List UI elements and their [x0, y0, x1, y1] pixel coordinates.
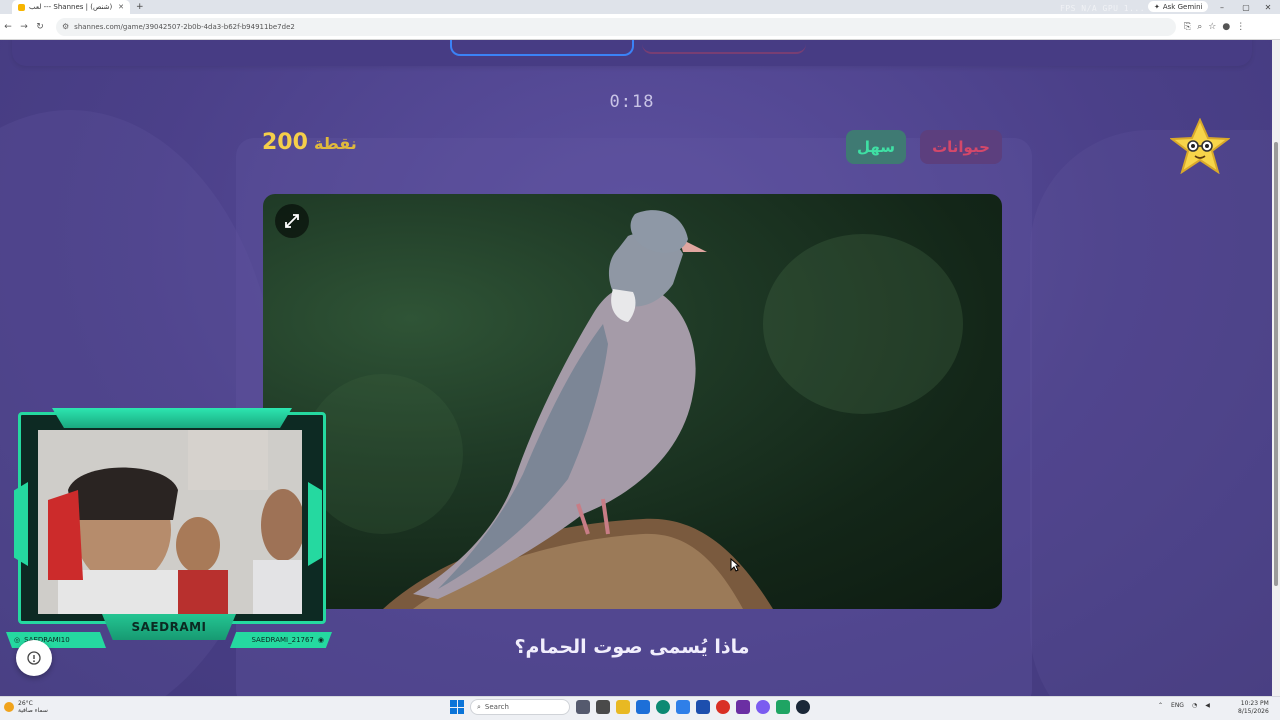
countdown-timer: 0:18: [609, 92, 655, 112]
wifi-icon[interactable]: ◔: [1192, 702, 1197, 709]
points-value: 200: [262, 130, 308, 155]
edge-icon[interactable]: [656, 700, 670, 714]
instagram-icon: ◎: [14, 636, 21, 644]
difficulty-badge: سهل: [846, 130, 906, 164]
info-icon: [27, 651, 41, 665]
file-explorer-icon[interactable]: [616, 700, 630, 714]
weather-desc: سماء صافية: [18, 707, 48, 714]
webcam-people-image: [38, 430, 302, 614]
translate-icon[interactable]: ⎘: [1184, 22, 1191, 32]
zoom-icon[interactable]: ⌕: [1197, 22, 1202, 32]
windows-taskbar: 26°C سماء صافية ⌕ Search ⌃ ENG ◔ ◀ 10:23…: [0, 696, 1280, 720]
browser-toolbar: ← → ↻ ⚙ shannes.com/game/39042507-2b0b-4…: [0, 14, 1280, 40]
background-decoration: [1030, 130, 1272, 696]
points-unit: نقطة: [313, 134, 357, 153]
taskbar-search[interactable]: ⌕ Search: [470, 699, 570, 715]
ask-gemini-button[interactable]: ✦ Ask Gemini: [1148, 1, 1209, 12]
app-icon[interactable]: [596, 700, 610, 714]
bookmark-star-icon[interactable]: ☆: [1208, 22, 1216, 32]
question-image: [263, 194, 1002, 609]
steam-icon[interactable]: [796, 700, 810, 714]
forward-arrow-icon[interactable]: →: [16, 22, 32, 32]
page-scrollbar[interactable]: [1272, 40, 1280, 696]
menu-kebab-icon[interactable]: ⋮: [1236, 22, 1245, 32]
performance-overlay-text: FPS N/A GPU 1...: [1060, 4, 1146, 13]
webcam-video-feed: [38, 430, 302, 614]
expand-fullscreen-button[interactable]: [275, 204, 309, 238]
webcam-top-bar: [52, 408, 292, 428]
volume-icon[interactable]: ◀: [1205, 702, 1210, 709]
search-placeholder: Search: [484, 703, 509, 711]
nerd-star-mascot-icon: [1170, 118, 1230, 174]
url-text: shannes.com/game/39042507-2b0b-4da3-b62f…: [74, 22, 295, 31]
taskbar-clock[interactable]: 10:23 PM 8/15/2026: [1238, 700, 1269, 716]
chrome-icon[interactable]: [716, 700, 730, 714]
team-one-panel[interactable]: [450, 40, 634, 56]
language-indicator[interactable]: ENG: [1171, 702, 1184, 709]
start-windows-icon[interactable]: [450, 700, 464, 714]
browser-tab[interactable]: لعب --- Shannes | (شنص) بنص ✕: [12, 0, 130, 14]
app-icon[interactable]: [636, 700, 650, 714]
profile-icon[interactable]: ●: [1222, 22, 1230, 32]
app-icon[interactable]: [776, 700, 790, 714]
address-bar[interactable]: ⚙ shannes.com/game/39042507-2b0b-4da3-b6…: [56, 17, 1176, 36]
app-icon[interactable]: [696, 700, 710, 714]
minimize-window-button[interactable]: –: [1210, 0, 1234, 14]
team-two-panel[interactable]: [642, 40, 806, 54]
discord-icon[interactable]: [756, 700, 770, 714]
mail-icon[interactable]: [676, 700, 690, 714]
expand-arrows-icon: [285, 214, 299, 228]
webcam-overlay: SAEDRAMI ◎ SAEDRAMI10 SAEDRAMI_21767 ◉: [6, 408, 332, 652]
weather-temp: 26°C: [18, 700, 33, 707]
mouse-cursor-icon: [730, 558, 740, 572]
close-window-button[interactable]: ✕: [1256, 0, 1280, 14]
social-handle-right: SAEDRAMI_21767 ◉: [230, 632, 332, 648]
back-arrow-icon[interactable]: ←: [0, 22, 16, 32]
category-badge: حيوانات: [920, 130, 1002, 164]
pigeon-photo: [383, 210, 773, 609]
sun-icon: [4, 702, 14, 712]
clock-date: 8/15/2026: [1238, 708, 1269, 715]
search-icon: ⌕: [477, 702, 481, 711]
question-text: ماذا يُسمى صوت الحمام؟: [514, 636, 750, 658]
close-tab-icon[interactable]: ✕: [118, 3, 124, 11]
streamer-name: SAEDRAMI: [102, 614, 236, 640]
reload-icon[interactable]: ↻: [32, 22, 48, 32]
system-tray: ⌃ ENG ◔ ◀: [1158, 702, 1210, 709]
gemini-sparkle-icon: ✦: [1154, 2, 1160, 11]
clock-time: 10:23 PM: [1240, 700, 1269, 707]
site-info-icon[interactable]: ⚙: [62, 22, 69, 31]
site-favicon-icon: [18, 3, 25, 11]
scrollbar-thumb[interactable]: [1274, 142, 1278, 586]
new-tab-button[interactable]: +: [136, 2, 144, 12]
tray-chevron-icon[interactable]: ⌃: [1158, 702, 1163, 709]
task-view-icon[interactable]: [576, 700, 590, 714]
handle-right-text: SAEDRAMI_21767: [251, 636, 314, 644]
help-button[interactable]: [16, 640, 52, 676]
ask-gemini-label: Ask Gemini: [1162, 2, 1203, 11]
weather-widget[interactable]: 26°C سماء صافية: [4, 700, 48, 714]
maximize-window-button[interactable]: ▢: [1234, 0, 1258, 14]
social-icon: ◉: [317, 636, 324, 644]
tab-title: لعب --- Shannes | (شنص) بنص: [29, 3, 114, 11]
app-icon[interactable]: [736, 700, 750, 714]
question-points: 200 نقطة: [262, 130, 357, 155]
